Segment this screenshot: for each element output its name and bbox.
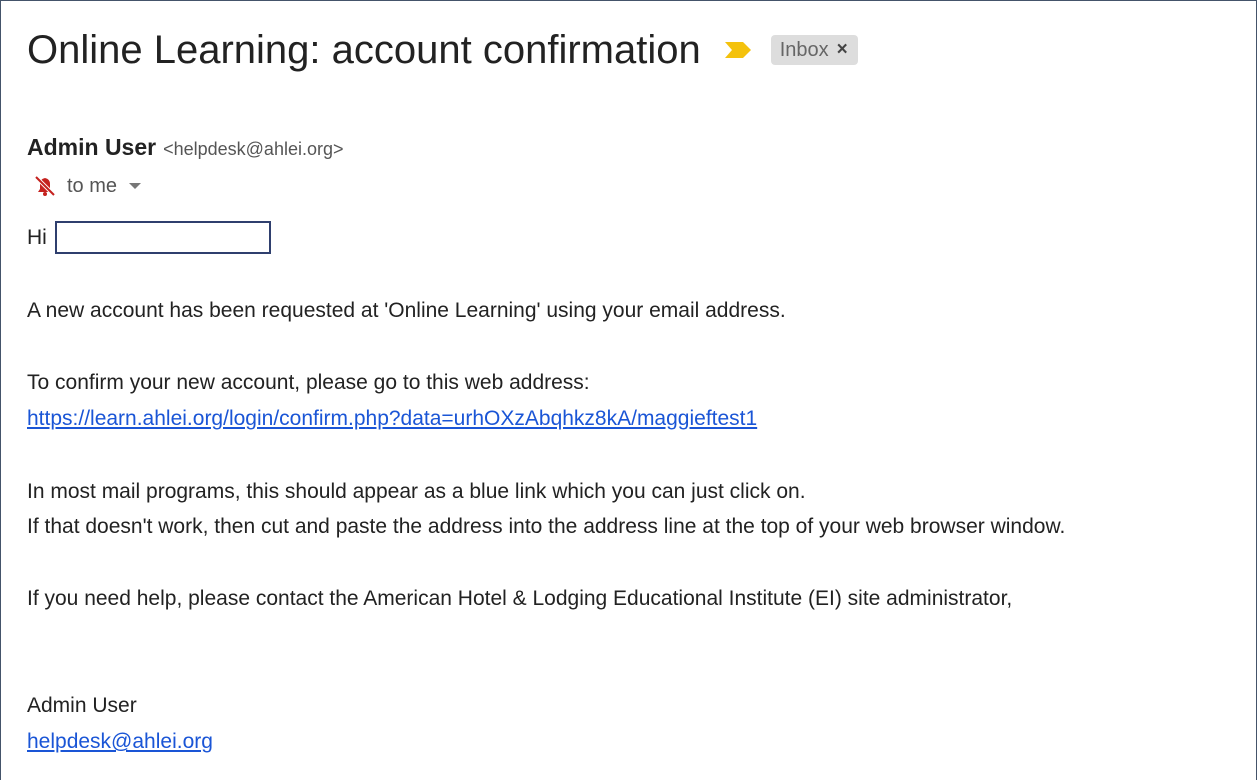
redacted-name-box (54, 221, 271, 254)
recipient-details-toggle[interactable]: to me (33, 174, 142, 198)
body-line-help: If you need help, please contact the Ame… (27, 587, 1013, 610)
muted-bell-icon (33, 174, 57, 198)
confirm-account-link[interactable]: https://learn.ahlei.org/login/confirm.ph… (27, 407, 757, 430)
signature-email-line: helpdesk@ahlei.org (27, 730, 213, 754)
sender-email: <helpdesk@ahlei.org> (163, 139, 344, 159)
email-subject: Online Learning: account confirmation (27, 28, 701, 72)
body-line-blue-link: In most mail programs, this should appea… (27, 480, 806, 503)
subject-row: Online Learning: account confirmation In… (27, 26, 858, 74)
greeting-text: Hi (27, 225, 47, 249)
body-line-confirm-instruction: To confirm your new account, please go t… (27, 371, 590, 394)
body-line-request: A new account has been requested at 'Onl… (27, 299, 786, 322)
sender-row: Admin User <helpdesk@ahlei.org> (27, 134, 344, 161)
label-chip-text: Inbox (779, 38, 829, 61)
recipient-text: to me (67, 174, 118, 197)
label-chip-inbox: Inbox × (770, 35, 858, 65)
remove-label-button[interactable]: × (837, 39, 848, 61)
signature-name: Admin User (27, 694, 137, 717)
sender-name: Admin User (27, 134, 157, 160)
body-line-cut-paste: If that doesn't work, then cut and paste… (27, 515, 1066, 538)
importance-marker-icon[interactable] (723, 40, 753, 60)
chevron-down-icon[interactable] (129, 183, 142, 189)
greeting-row: Hi (27, 221, 271, 254)
signature-email-link[interactable]: helpdesk@ahlei.org (27, 730, 213, 753)
confirm-link-line: https://learn.ahlei.org/login/confirm.ph… (27, 407, 757, 431)
